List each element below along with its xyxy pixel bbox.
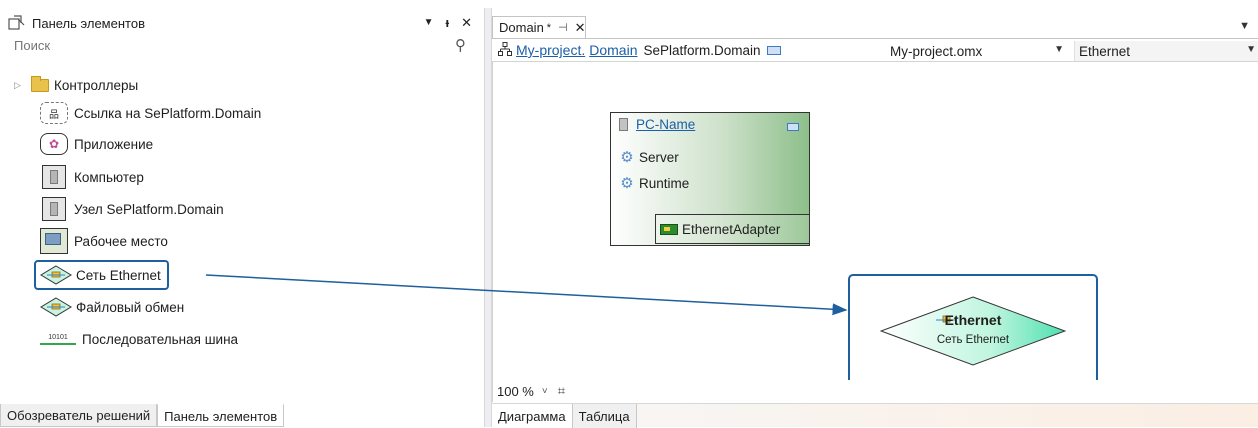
file-select[interactable]: My-project.omx ▼ (890, 41, 1066, 61)
toolbox-item-label: Файловый обмен (76, 299, 185, 315)
toolbox-item-ethernet[interactable]: Сеть Ethernet (34, 260, 169, 290)
pc-node[interactable]: PC-Name ⚙ Server ⚙ Runtime EthernetAdapt… (610, 112, 810, 246)
toolbox-icon (8, 15, 25, 30)
toolbox-item-domain-link[interactable]: 品 Ссылка на SePlatform.Domain (40, 100, 261, 126)
toolbox-item-file-exchange[interactable]: Файловый обмен (40, 294, 184, 320)
search-icon[interactable]: ⚲ (455, 36, 466, 54)
application-icon: ✿ (40, 132, 68, 156)
toolbox-title: Панель элементов (32, 15, 145, 31)
toolbox-item-label: Приложение (74, 136, 154, 152)
breadcrumb-domain-link[interactable]: Domain (589, 42, 637, 58)
pc-node-row-label: Runtime (639, 175, 690, 191)
toolbox-item-application[interactable]: ✿ Приложение (40, 131, 153, 157)
properties-icon[interactable] (787, 123, 799, 131)
file-select-value: My-project.omx (890, 43, 983, 59)
ethernet-node-shape (880, 296, 1066, 366)
tab-solution-explorer[interactable]: Обозреватель решений (0, 404, 158, 427)
pc-node-row-label: Server (639, 149, 679, 165)
network-adapter-icon (660, 223, 678, 235)
view-tab-strip: Диаграмма Таблица (492, 403, 1258, 428)
toolbox-item-label: Рабочее место (74, 233, 168, 249)
zoom-bar: 100 % ˅ ⌗ (492, 380, 1258, 402)
toolbox-search-input[interactable] (8, 36, 428, 55)
computer-icon (40, 165, 68, 189)
toolbox-item-domain-node[interactable]: Узел SePlatform.Domain (40, 196, 224, 222)
expand-arrow-icon[interactable]: ▷ (14, 80, 24, 90)
toolbox-item-label: Сеть Ethernet (76, 267, 161, 283)
toolbox-item-workstation[interactable]: Рабочее место (40, 228, 168, 254)
toolbox-panel: Панель элементов ▼ ᵻ ✕ ⚲ ▷ Контроллеры 品… (8, 12, 478, 427)
adapter-label: EthernetAdapter (682, 221, 781, 237)
ethernet-node-type: Сеть Ethernet (936, 334, 1010, 346)
toolbox-item-label: Контроллеры (54, 77, 139, 93)
toolbox-item-serial-bus[interactable]: 10101 Последовательная шина (40, 326, 238, 352)
toolbox-item-computer[interactable]: Компьютер (40, 164, 144, 190)
tab-diagram[interactable]: Диаграмма (492, 404, 573, 428)
close-tab-icon[interactable]: ✕ (575, 20, 586, 36)
gear-icon: ⚙ (620, 149, 634, 166)
chevron-down-icon[interactable]: ˅ (542, 386, 548, 397)
chevron-down-icon[interactable]: ▼ (1054, 44, 1064, 55)
panel-pin-icon[interactable]: ᵻ (445, 15, 449, 31)
breadcrumb-project-link[interactable]: My-project. (516, 42, 585, 58)
chevron-down-icon[interactable]: ▼ (1246, 44, 1256, 55)
panel-menu-dropdown-icon[interactable]: ▼ (424, 15, 434, 31)
panel-close-icon[interactable]: ✕ (461, 15, 472, 31)
document-tab-label: Domain (499, 20, 544, 35)
grid-toggle-icon[interactable]: ⌗ (558, 383, 565, 399)
domain-node-icon (40, 197, 68, 221)
panel-tab-strip: Обозреватель решений Панель элементов (0, 404, 478, 427)
pc-node-name-link[interactable]: PC-Name (636, 117, 695, 132)
document-list-dropdown-icon[interactable]: ▼ (1239, 20, 1250, 32)
breadcrumb-bar: My-project. Domain SePlatform.Domain My-… (492, 38, 1258, 62)
network-tree-icon (498, 41, 512, 59)
tab-toolbox[interactable]: Панель элементов (157, 404, 285, 427)
workstation-icon (40, 228, 68, 254)
server-icon (619, 118, 628, 131)
document-area: Domain * ⊣ ✕ ▼ My-project. Domain SePlat… (492, 14, 1258, 428)
pc-node-row-runtime[interactable]: ⚙ Runtime (619, 175, 690, 192)
pc-node-header: PC-Name (619, 117, 695, 132)
pin-icon[interactable]: ⊣ (558, 21, 568, 34)
toolbox-item-label: Ссылка на SePlatform.Domain (74, 105, 262, 121)
modified-indicator: * (546, 21, 552, 34)
ethernet-node[interactable]: Ethernet Сеть Ethernet (848, 274, 1098, 386)
serial-bus-icon-text: 10101 (48, 333, 68, 341)
ethernet-network-icon (40, 264, 72, 286)
panel-splitter[interactable] (484, 8, 492, 427)
domain-link-icon: 品 (40, 101, 68, 125)
network-select[interactable]: Ethernet ▼ (1074, 41, 1258, 61)
toolbox-header: Панель элементов ▼ ᵻ ✕ (8, 12, 478, 34)
toolbox-search: ⚲ (8, 36, 478, 58)
ethernet-adapter-port[interactable]: EthernetAdapter (655, 214, 810, 244)
serial-bus-icon: 10101 (40, 332, 76, 346)
properties-icon[interactable] (766, 45, 781, 55)
tab-table[interactable]: Таблица (572, 404, 637, 428)
breadcrumb-type-label: SePlatform.Domain (643, 42, 761, 58)
gear-icon: ⚙ (620, 175, 634, 192)
toolbox-item-label: Компьютер (74, 169, 144, 185)
toolbox-item-controllers[interactable]: ▷ Контроллеры (14, 72, 138, 98)
ethernet-node-name: Ethernet (944, 312, 1002, 328)
toolbox-item-label: Узел SePlatform.Domain (74, 201, 224, 217)
pc-node-row-server[interactable]: ⚙ Server (619, 149, 679, 166)
file-exchange-icon (40, 296, 72, 318)
toolbox-item-label: Последовательная шина (82, 331, 239, 347)
network-select-value: Ethernet (1079, 43, 1131, 59)
tab-domain-document[interactable]: Domain * ⊣ ✕ (492, 16, 586, 38)
zoom-level[interactable]: 100 % (497, 384, 534, 399)
folder-icon (30, 73, 50, 97)
